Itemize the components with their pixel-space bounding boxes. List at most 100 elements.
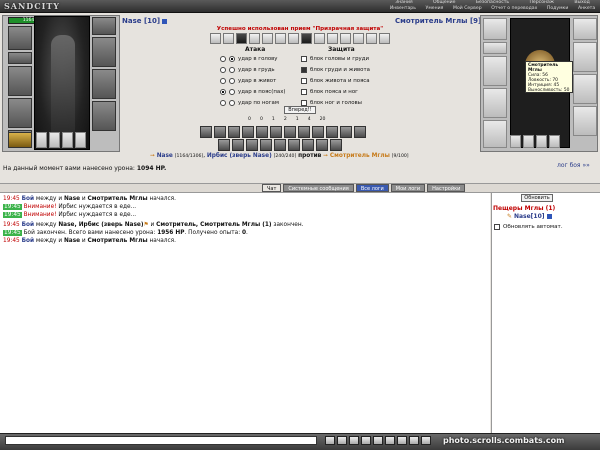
tab-system[interactable]: Системные сообщения (283, 184, 354, 192)
checkbox[interactable] (301, 56, 307, 62)
technique-slot[interactable] (288, 33, 299, 44)
skill-slot[interactable] (246, 139, 258, 151)
chat-input[interactable] (5, 436, 317, 445)
skill-slot[interactable] (218, 139, 230, 151)
vs-pet[interactable]: Ирбис (зверь Nase) (207, 153, 272, 159)
chat-name[interactable]: Nase (64, 196, 80, 202)
earring-slot[interactable] (92, 17, 116, 35)
skill-slot[interactable] (312, 126, 324, 138)
technique-slot[interactable] (340, 33, 351, 44)
technique-slot[interactable] (314, 33, 325, 44)
skill-slot[interactable] (330, 139, 342, 151)
enemy-earring-slot[interactable] (573, 18, 597, 40)
radio-button[interactable] (229, 78, 235, 84)
skill-slot[interactable] (302, 139, 314, 151)
technique-slot[interactable] (327, 33, 338, 44)
technique-slot[interactable] (301, 33, 312, 44)
weapon-slot[interactable] (8, 66, 32, 96)
helmet-slot[interactable] (8, 26, 32, 50)
settings-icon[interactable] (421, 436, 431, 445)
gold-bracer-slot[interactable] (8, 132, 32, 148)
technique-slot[interactable] (366, 33, 377, 44)
skill-slot[interactable] (214, 126, 226, 138)
radio-button[interactable] (229, 67, 235, 73)
battle-log-link[interactable]: лог боя »» (557, 162, 590, 169)
attack-option-belly[interactable]: удар в живот (220, 77, 276, 85)
attack-option-legs[interactable]: удар по ногам (220, 99, 279, 107)
vs-player[interactable]: Nase (157, 153, 173, 159)
filter-icon[interactable] (361, 436, 371, 445)
chat-name[interactable]: Nase (64, 238, 80, 244)
technique-slot[interactable] (223, 33, 234, 44)
checkbox[interactable] (301, 78, 307, 84)
menu-item-inventory[interactable]: Инвентарь (390, 6, 416, 13)
attack-option-waist[interactable]: удар в пояс(пах) (220, 88, 286, 96)
technique-slot[interactable] (262, 33, 273, 44)
enemy-ring-slot-4[interactable] (549, 135, 560, 148)
enemy-armor-slot[interactable] (483, 88, 507, 118)
enemy-ring-slot-1[interactable] (510, 135, 521, 148)
people-icon[interactable] (409, 436, 419, 445)
chat-name[interactable]: Nase, Ирбис (зверь Nase) (58, 222, 143, 228)
enemy-amulet-slot[interactable] (483, 42, 507, 54)
skill-slot[interactable] (316, 139, 328, 151)
sound-icon[interactable] (385, 436, 395, 445)
radio-button[interactable] (220, 56, 226, 62)
shield-slot[interactable] (92, 69, 116, 99)
enemy-ring-slot-3[interactable] (536, 135, 547, 148)
attack-option-head[interactable]: удар в голову (220, 55, 278, 63)
refresh-button[interactable]: Обновить (521, 194, 553, 202)
radio-button[interactable] (220, 100, 226, 106)
skill-slot[interactable] (274, 139, 286, 151)
vs-enemy[interactable]: Смотритель Мглы (330, 153, 390, 159)
skill-slot[interactable] (228, 126, 240, 138)
clear-icon[interactable] (337, 436, 347, 445)
chat-name[interactable]: Смотритель, Смотритель Мглы (1) (156, 222, 271, 228)
enemy-helmet-slot[interactable] (483, 18, 507, 40)
enemy-boots-slot[interactable] (573, 106, 597, 136)
radio-button[interactable] (229, 56, 235, 62)
location-user[interactable]: ✎ Nase[10] (507, 213, 552, 220)
boots-slot[interactable] (92, 101, 116, 131)
radio-button[interactable] (229, 100, 235, 106)
enemy-ring-slot-2[interactable] (523, 135, 534, 148)
menu-item-server[interactable]: Мой Сервер (453, 6, 482, 13)
technique-slot[interactable] (236, 33, 247, 44)
skill-slot[interactable] (340, 126, 352, 138)
skill-slot[interactable] (288, 139, 300, 151)
skill-slot[interactable] (200, 126, 212, 138)
player-name[interactable]: Nase [10] (122, 17, 168, 25)
armor-slot[interactable] (8, 98, 32, 128)
tab-my-logs[interactable]: Мои логи (390, 184, 426, 192)
skill-slot[interactable] (260, 139, 272, 151)
enemy-gloves-slot[interactable] (573, 42, 597, 72)
chat-keyword[interactable]: Бой (22, 196, 34, 202)
skill-slot[interactable] (232, 139, 244, 151)
help-icon[interactable] (397, 436, 407, 445)
chat-mode-icon[interactable] (373, 436, 383, 445)
defense-option-waist-legs[interactable]: блок пояса и ног (301, 88, 358, 96)
attack-option-chest[interactable]: удар в грудь (220, 66, 275, 74)
enemy-shield-slot[interactable] (573, 74, 597, 104)
defense-option-chest-belly[interactable]: блок груди и живота (301, 66, 370, 74)
enemy-weapon-slot[interactable] (483, 56, 507, 86)
info-icon[interactable] (546, 214, 552, 219)
skill-slot[interactable] (354, 126, 366, 138)
auto-refresh-option[interactable]: Обновлять автомат. (494, 224, 563, 230)
radio-button[interactable] (229, 89, 235, 95)
technique-slot[interactable] (353, 33, 364, 44)
technique-slot[interactable] (379, 33, 390, 44)
skill-slot[interactable] (270, 126, 282, 138)
menu-item-transfers[interactable]: Отчет о переводах (491, 6, 537, 13)
defense-option-head-chest[interactable]: блок головы и груди (301, 55, 369, 63)
auto-refresh-checkbox[interactable] (494, 224, 500, 230)
tab-settings[interactable]: Настройки (427, 184, 466, 192)
checkbox[interactable] (301, 89, 307, 95)
skill-slot[interactable] (298, 126, 310, 138)
chat-name[interactable]: Смотритель Мглы (88, 196, 148, 202)
radio-button[interactable] (220, 78, 226, 84)
tab-all-logs[interactable]: Все логи (355, 184, 389, 192)
smile-icon[interactable] (349, 436, 359, 445)
menu-item-profile[interactable]: Анкета (578, 6, 595, 13)
checkbox[interactable] (301, 67, 307, 73)
